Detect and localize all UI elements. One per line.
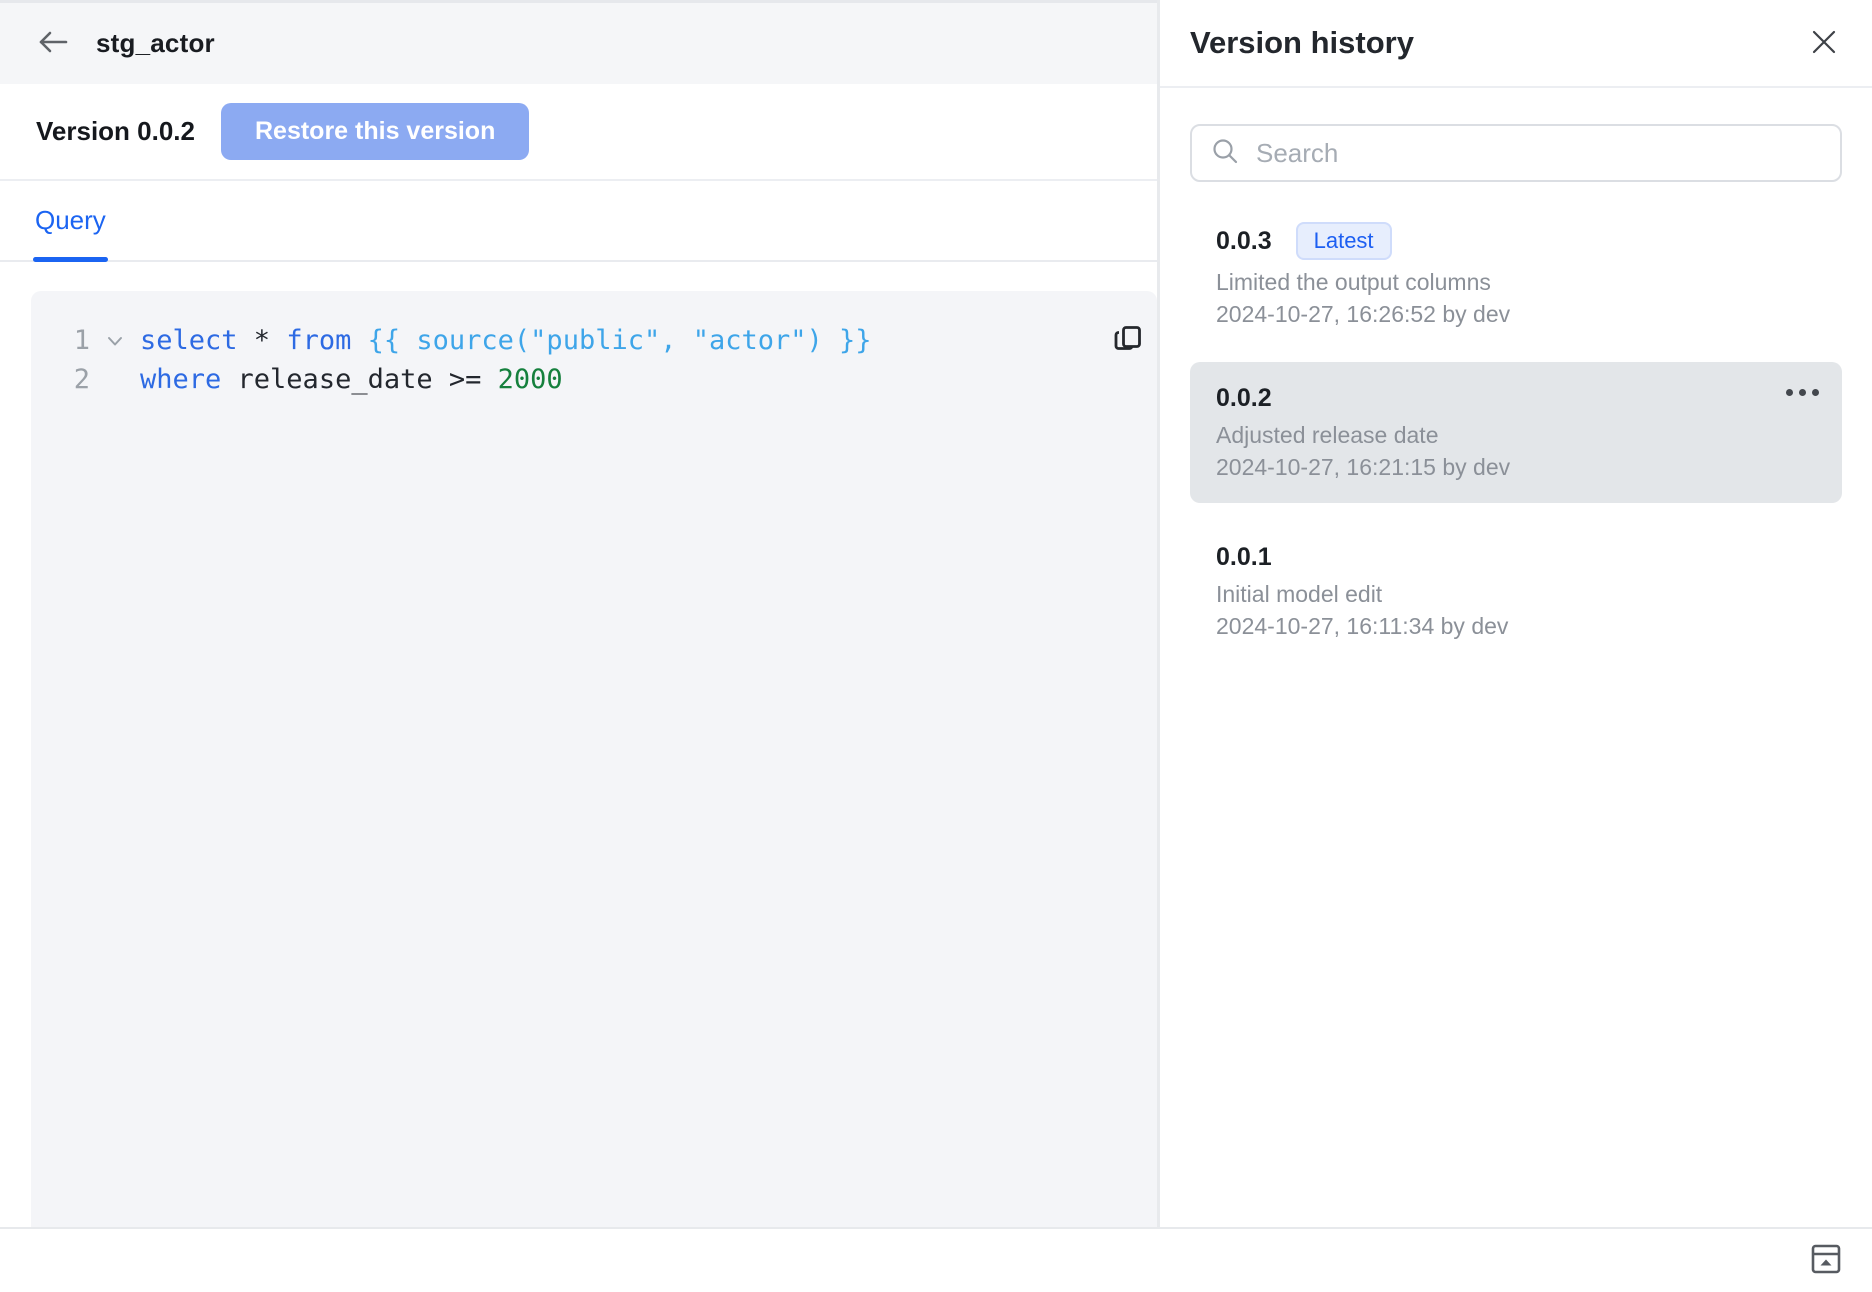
active-tab-indicator [33,257,108,262]
sql-code-editor[interactable]: 1 select * from {{ source("public", "act… [31,291,1157,1227]
model-header: stg_actor [0,0,1157,84]
version-timestamp: 2024-10-27, 16:21:15 by dev [1216,454,1816,481]
back-button[interactable] [36,29,70,59]
version-item-0-0-2[interactable]: 0.0.2 Adjusted release date 2024-10-27, … [1190,362,1842,503]
fold-chevron-icon[interactable] [90,330,140,352]
version-description: Initial model edit [1216,581,1816,608]
version-description: Limited the output columns [1216,269,1816,296]
tab-bar: Query [0,181,1157,262]
search-box[interactable] [1190,124,1842,182]
expand-results-panel-button[interactable] [1806,1241,1846,1281]
main-area: stg_actor Version 0.0.2 Restore this ver… [0,0,1872,1227]
version-menu-button[interactable] [1780,376,1824,408]
version-label: Version 0.0.2 [36,116,195,147]
version-history-header: Version history [1160,0,1872,88]
ellipsis-icon [1786,389,1793,396]
tab-query[interactable]: Query [33,181,108,260]
version-item-0-0-3[interactable]: 0.0.3 Latest Limited the output columns … [1190,222,1842,328]
version-number: 0.0.1 [1216,543,1272,572]
version-number: 0.0.2 [1216,384,1272,413]
search-icon [1210,136,1240,171]
panel-title: Version history [1190,25,1414,61]
copy-icon [1110,319,1148,360]
latest-badge: Latest [1296,222,1392,260]
version-item-head: 0.0.1 [1216,543,1816,572]
copy-code-button[interactable] [1107,317,1151,361]
model-version-pane: stg_actor Version 0.0.2 Restore this ver… [0,0,1157,1227]
code-text: select * from {{ source("public", "actor… [140,321,872,360]
expand-panel-icon [1808,1241,1844,1280]
version-item-head: 0.0.3 Latest [1216,222,1816,260]
code-line[interactable]: 2 where release_date >= 2000 [31,360,1157,399]
code-text: where release_date >= 2000 [140,360,563,399]
app-window: stg_actor Version 0.0.2 Restore this ver… [0,0,1872,1292]
version-timestamp: 2024-10-27, 16:26:52 by dev [1216,301,1816,328]
tab-query-label: Query [35,205,106,236]
version-history-panel: Version history [1157,0,1872,1227]
bottom-status-bar [0,1227,1872,1292]
close-icon [1808,26,1840,61]
search-input[interactable] [1256,138,1822,169]
code-editor-wrap: 1 select * from {{ source("public", "act… [0,262,1157,1227]
version-history-body: 0.0.3 Latest Limited the output columns … [1160,88,1872,1227]
line-number: 1 [31,321,90,360]
code-line[interactable]: 1 select * from {{ source("public", "act… [31,321,1157,360]
version-number: 0.0.3 [1216,227,1272,256]
restore-version-button[interactable]: Restore this version [221,103,529,160]
version-item-head: 0.0.2 [1216,384,1816,413]
version-timestamp: 2024-10-27, 16:11:34 by dev [1216,613,1816,640]
version-item-0-0-1[interactable]: 0.0.1 Initial model edit 2024-10-27, 16:… [1190,543,1842,640]
line-number: 2 [31,360,90,399]
arrow-left-icon [36,27,70,60]
version-description: Adjusted release date [1216,422,1816,449]
page-title: stg_actor [96,28,215,59]
close-panel-button[interactable] [1806,25,1842,61]
version-bar: Version 0.0.2 Restore this version [0,84,1157,181]
